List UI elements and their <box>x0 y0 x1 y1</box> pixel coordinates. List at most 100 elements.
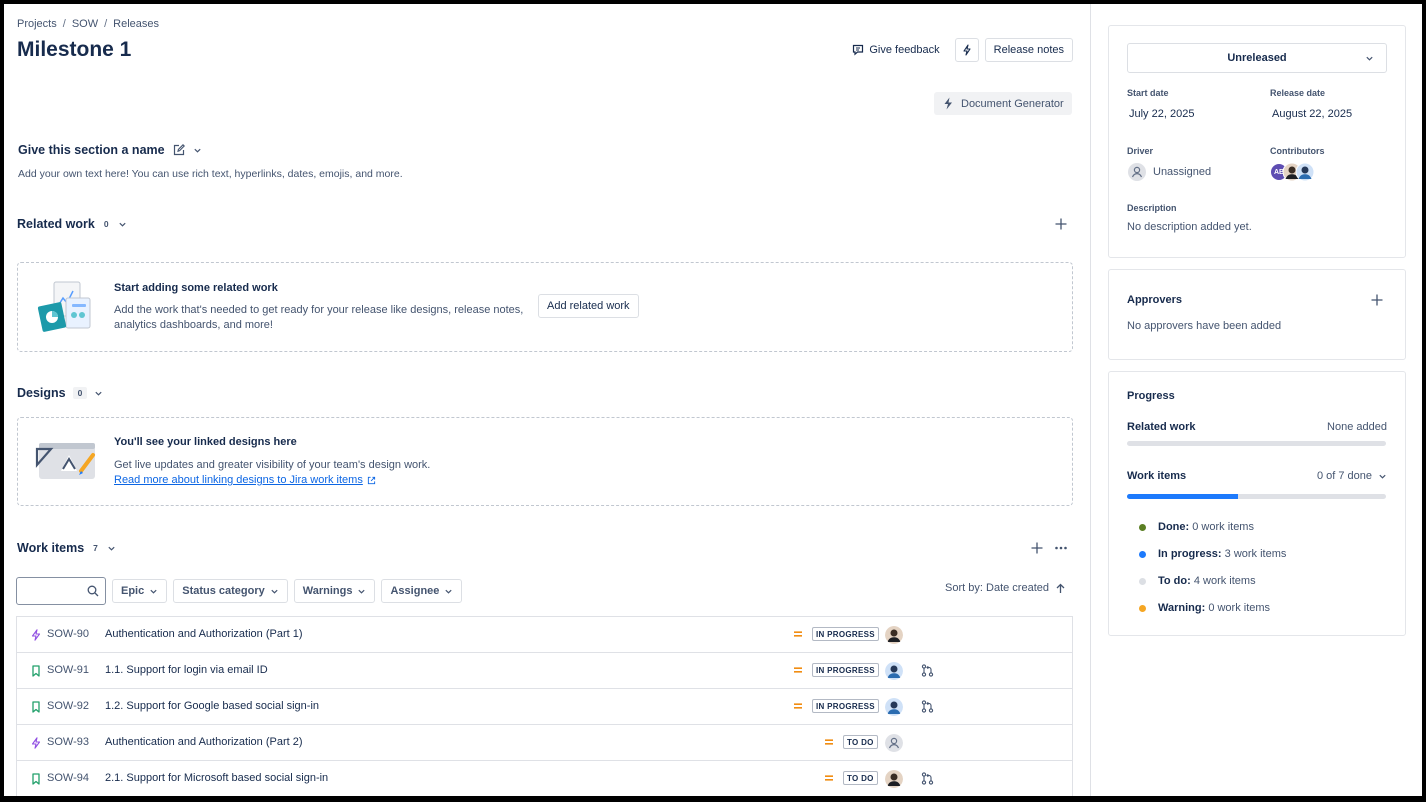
table-row[interactable]: SOW-92 1.2. Support for Google based soci… <box>17 689 1072 725</box>
status-badge[interactable]: IN PROGRESS <box>812 699 879 713</box>
breadcrumb-sow[interactable]: SOW <box>72 18 98 30</box>
release-details-card: Unreleased Start date July 22, 2025 Rele… <box>1108 25 1406 258</box>
avatar[interactable] <box>885 770 903 788</box>
work-items-progress-fill <box>1127 494 1238 499</box>
work-item-summary[interactable]: Authentication and Authorization (Part 1… <box>105 628 303 640</box>
contributors-label: Contributors <box>1270 146 1325 156</box>
legend-text: To do: 4 work items <box>1158 575 1256 587</box>
legend-text: In progress: 3 work items <box>1158 548 1286 560</box>
work-item-summary[interactable]: 2.1. Support for Microsoft based social … <box>105 772 328 784</box>
add-work-item-plus-icon[interactable] <box>1030 541 1044 555</box>
work-item-key[interactable]: SOW-94 <box>47 772 89 784</box>
driver-picker[interactable]: Unassigned <box>1128 163 1211 181</box>
progress-legend-item: To do: 4 work items <box>1139 575 1256 587</box>
give-feedback-button[interactable]: Give feedback <box>843 38 949 62</box>
legend-value: 3 work items <box>1224 548 1287 560</box>
chevron-down-icon <box>271 589 278 594</box>
legend-label: To do: <box>1158 575 1191 587</box>
designs-empty-heading: You'll see your linked designs here <box>114 436 297 448</box>
story-icon <box>32 773 40 785</box>
epic-icon <box>31 737 41 749</box>
external-link-icon <box>367 476 375 485</box>
work-item-summary[interactable]: 1.2. Support for Google based social sig… <box>105 700 319 712</box>
filter-epic[interactable]: Epic <box>112 579 168 603</box>
avatar[interactable] <box>885 626 903 644</box>
custom-section-title[interactable]: Give this section a name <box>18 143 165 157</box>
legend-text: Warning: 0 work items <box>1158 602 1270 614</box>
related-work-empty-line-1: Add the work that's needed to get ready … <box>114 304 524 316</box>
contributors-avatars[interactable]: AB <box>1270 163 1314 181</box>
work-item-key[interactable]: SOW-91 <box>47 664 89 676</box>
add-related-work-plus-icon[interactable] <box>1054 217 1068 231</box>
document-generator-button[interactable]: Document Generator <box>934 92 1072 115</box>
story-icon <box>32 665 40 677</box>
chevron-down-icon[interactable] <box>193 146 202 155</box>
work-item-summary[interactable]: 1.1. Support for login via email ID <box>105 664 268 676</box>
work-item-filters: Epic Status category Warnings Assignee <box>16 577 463 605</box>
table-row[interactable]: SOW-90 Authentication and Authorization (… <box>17 617 1072 653</box>
progress-legend-item: Done: 0 work items <box>1139 521 1254 533</box>
work-item-key[interactable]: SOW-90 <box>47 628 89 640</box>
table-row[interactable]: SOW-91 1.1. Support for login via email I… <box>17 653 1072 689</box>
table-row[interactable]: SOW-93 Authentication and Authorization (… <box>17 725 1072 761</box>
add-related-work-button[interactable]: Add related work <box>538 294 639 318</box>
release-status-select[interactable]: Unreleased <box>1127 43 1387 73</box>
custom-section-text[interactable]: Add your own text here! You can use rich… <box>18 168 403 180</box>
status-badge[interactable]: TO DO <box>843 771 878 785</box>
table-row[interactable]: SOW-94 2.1. Support for Microsoft based s… <box>17 761 1072 796</box>
priority-medium-icon <box>825 775 833 781</box>
pull-request-icon[interactable] <box>921 772 934 785</box>
filter-status-category[interactable]: Status category <box>173 579 288 603</box>
description-label: Description <box>1127 203 1177 213</box>
designs-empty-state: You'll see your linked designs here Get … <box>17 417 1073 506</box>
pull-request-icon[interactable] <box>921 700 934 713</box>
breadcrumb-projects[interactable]: Projects <box>17 18 57 30</box>
avatar[interactable] <box>885 698 903 716</box>
progress-work-items-label: Work items <box>1127 470 1187 482</box>
start-date-value[interactable]: July 22, 2025 <box>1129 108 1194 120</box>
filter-assignee[interactable]: Assignee <box>381 579 463 603</box>
chevron-down-icon[interactable] <box>107 544 116 553</box>
release-notes-button[interactable]: Release notes <box>984 38 1073 62</box>
more-actions-icon[interactable] <box>1054 541 1068 555</box>
release-date-value[interactable]: August 22, 2025 <box>1272 108 1352 120</box>
story-icon <box>32 701 40 713</box>
chevron-down-icon <box>1366 56 1373 61</box>
unassigned-avatar-icon[interactable] <box>885 734 903 752</box>
work-item-key[interactable]: SOW-92 <box>47 700 89 712</box>
pull-request-icon[interactable] <box>921 664 934 677</box>
designs-link-text[interactable]: Read more about linking designs to Jira … <box>114 473 363 488</box>
designs-learn-more-link[interactable]: Read more about linking designs to Jira … <box>114 473 430 488</box>
add-approver-plus-icon[interactable] <box>1370 293 1384 307</box>
work-item-key[interactable]: SOW-93 <box>47 736 89 748</box>
arrow-up-icon[interactable] <box>1055 583 1066 594</box>
approvers-empty-text: No approvers have been added <box>1127 320 1282 332</box>
status-badge[interactable]: TO DO <box>843 735 878 749</box>
progress-title: Progress <box>1127 390 1175 402</box>
automation-button[interactable] <box>954 38 979 62</box>
designs-heading: Designs 0 <box>17 386 103 400</box>
description-value[interactable]: No description added yet. <box>1127 221 1252 233</box>
chevron-down-icon[interactable] <box>94 389 103 398</box>
chevron-down-icon <box>1379 474 1386 479</box>
approvers-card: Approvers No approvers have been added <box>1108 269 1406 360</box>
status-badge[interactable]: IN PROGRESS <box>812 663 879 677</box>
sort-control[interactable]: Sort by: Date created <box>945 582 1066 594</box>
work-item-summary[interactable]: Authentication and Authorization (Part 2… <box>105 736 303 748</box>
priority-medium-icon <box>794 631 802 637</box>
priority-medium-icon <box>794 667 802 673</box>
chevron-down-icon[interactable] <box>118 220 127 229</box>
work-item-search-input[interactable] <box>16 577 106 605</box>
breadcrumb-separator: / <box>62 18 66 30</box>
work-items-done-dropdown[interactable]: 0 of 7 done <box>1317 470 1387 482</box>
designs-count: 0 <box>72 387 88 399</box>
avatar[interactable] <box>885 662 903 680</box>
designs-empty-line: Get live updates and greater visibility … <box>114 459 431 471</box>
breadcrumb-releases[interactable]: Releases <box>113 18 159 30</box>
status-badge[interactable]: IN PROGRESS <box>812 627 879 641</box>
edit-icon[interactable] <box>173 144 185 156</box>
related-work-heading: Related work 0 <box>17 217 127 231</box>
work-items-count: 7 <box>93 543 98 553</box>
filter-warnings[interactable]: Warnings <box>293 579 376 603</box>
legend-dot <box>1139 604 1146 612</box>
